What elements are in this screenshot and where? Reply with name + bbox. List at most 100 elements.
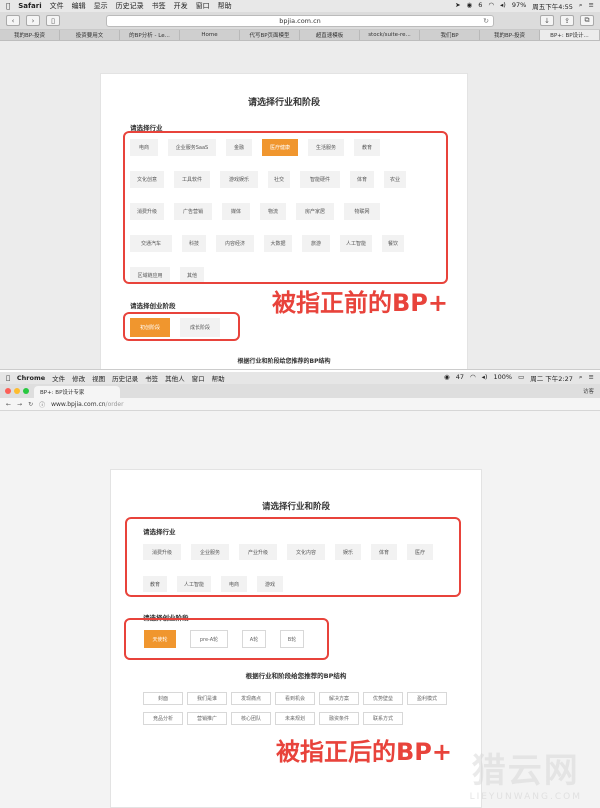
- forward-button[interactable]: ›: [26, 15, 40, 26]
- menu-item[interactable]: 其他人: [165, 373, 185, 383]
- bp-structure-item: 看到机会: [275, 692, 315, 705]
- stage-highlight-box: [124, 618, 329, 660]
- back-icon[interactable]: ←: [6, 401, 11, 408]
- list-icon[interactable]: ≡: [589, 373, 594, 383]
- bp-structure-item: 解决方案: [319, 692, 359, 705]
- tabs-overview-icon[interactable]: ⧉: [580, 15, 594, 26]
- volume-icon[interactable]: ◂): [482, 373, 488, 383]
- status-count: 47: [455, 373, 464, 381]
- wechat-icon[interactable]: ◉: [444, 373, 450, 383]
- bp-structure-item: 融资条件: [319, 712, 359, 725]
- bp-structure-item: 营销推广: [187, 712, 227, 725]
- bp-structure-item: 封面: [143, 692, 183, 705]
- tab[interactable]: 我的BP-投资: [0, 30, 60, 40]
- tab[interactable]: 超直速模板: [300, 30, 360, 40]
- battery-level: 97%: [511, 1, 527, 9]
- menu-item[interactable]: 窗口: [192, 373, 205, 383]
- address-bar[interactable]: bpjia.com.cn ↻: [106, 14, 494, 27]
- menu-item[interactable]: 修改: [72, 373, 85, 383]
- address-text: bpjia.com.cn: [279, 16, 321, 25]
- industry-highlight-box: [125, 517, 461, 597]
- bp-structure-item: 盈利模式: [407, 692, 447, 705]
- close-window-icon[interactable]: [5, 388, 11, 394]
- apple-icon[interactable]: : [6, 374, 10, 382]
- tab-bar: 我的BP-投资 投资要用文 的BP分析 - Le... Home 代写BP页面模…: [0, 30, 600, 41]
- volume-icon[interactable]: ◂): [500, 1, 506, 11]
- send-icon[interactable]: ➤: [455, 1, 460, 11]
- clock[interactable]: 周五下午4:55: [532, 1, 573, 11]
- wifi-icon[interactable]: ◠: [470, 373, 476, 383]
- download-icon[interactable]: ↓: [540, 15, 554, 26]
- minimize-window-icon[interactable]: [14, 388, 20, 394]
- menu-item[interactable]: 显示: [94, 1, 108, 11]
- annotation-before: 被指正前的BP+: [272, 289, 448, 317]
- menu-item[interactable]: 历史记录: [116, 1, 144, 11]
- forward-icon[interactable]: →: [17, 401, 22, 408]
- bp-structure-item: 联系方式: [363, 712, 403, 725]
- bp-structure-item: 发现痛点: [231, 692, 271, 705]
- reload-icon[interactable]: ↻: [483, 17, 489, 25]
- bp-structure-item: 优势壁垒: [363, 692, 403, 705]
- info-icon: ⓘ: [39, 401, 46, 409]
- menu-item[interactable]: 书签: [152, 1, 166, 11]
- card-title: 请选择行业和阶段: [247, 98, 320, 108]
- safari-toolbar: ‹ › ▯ bpjia.com.cn ↻ ↓ ⇪ ⧉: [0, 12, 600, 30]
- sidebar-icon[interactable]: ▯: [46, 15, 60, 26]
- tab[interactable]: 我的BP-投资: [480, 30, 540, 40]
- tab-title: BP+: BP设计专家: [40, 390, 85, 396]
- menu-item[interactable]: 文件: [52, 373, 65, 383]
- tab[interactable]: Home: [180, 30, 240, 40]
- search-icon[interactable]: ⌕: [579, 373, 583, 383]
- url-path: /order: [105, 400, 124, 408]
- industry-highlight-box: [123, 131, 448, 284]
- site-watermark: 猎云网 LIEYUNWANG.COM: [470, 743, 582, 802]
- battery-level: 100%: [493, 373, 513, 381]
- url-host: www.bpjia.com.cn: [51, 400, 106, 408]
- menu-item[interactable]: Chrome: [17, 374, 45, 382]
- list-icon[interactable]: ≡: [589, 1, 594, 11]
- wechat-icon[interactable]: ◉: [467, 1, 473, 11]
- bp-structure-item: 竞品分析: [143, 712, 183, 725]
- card-title: 请选择行业和阶段: [261, 502, 330, 512]
- menu-item[interactable]: 窗口: [196, 1, 210, 11]
- tab[interactable]: 我们BP: [420, 30, 480, 40]
- menu-item[interactable]: 视图: [92, 373, 105, 383]
- menu-item[interactable]: 历史记录: [112, 373, 138, 383]
- battery-icon[interactable]: ▭: [518, 373, 524, 383]
- tab[interactable]: 投资要用文: [60, 30, 120, 40]
- watermark-url: LIEYUNWANG.COM: [469, 792, 582, 802]
- chrome-tab[interactable]: BP+: BP设计专家: [34, 386, 120, 398]
- before-screenshot:  Safari 文件 编辑 显示 历史记录 书签 开发 窗口 帮助 ➤ ◉ 6…: [0, 0, 600, 370]
- back-button[interactable]: ‹: [6, 15, 20, 26]
- menu-item[interactable]: 书签: [145, 373, 158, 383]
- menu-item[interactable]: 帮助: [212, 373, 225, 383]
- share-icon[interactable]: ⇪: [560, 15, 574, 26]
- tab[interactable]: 的BP分析 - Le...: [120, 30, 180, 40]
- annotation-after: 被指正后的BP+: [276, 738, 452, 766]
- bp-structure-item: 我们是谁: [187, 692, 227, 705]
- menu-item[interactable]: 编辑: [72, 1, 86, 11]
- zoom-window-icon[interactable]: [23, 388, 29, 394]
- tab[interactable]: 代写BP页面模型: [240, 30, 300, 40]
- tab[interactable]: stock/suite-re...: [360, 30, 420, 40]
- bp-structure-item: 核心团队: [231, 712, 271, 725]
- menu-item[interactable]: 文件: [50, 1, 64, 11]
- menu-item[interactable]: 开发: [174, 1, 188, 11]
- apple-icon[interactable]: : [6, 2, 10, 10]
- search-icon[interactable]: ⌕: [579, 1, 583, 11]
- wifi-icon[interactable]: ◠: [488, 1, 494, 11]
- stage-label: 请选择创业阶段: [130, 302, 176, 310]
- bp-structure-item: 未来规划: [275, 712, 315, 725]
- clock[interactable]: 周二 下午2:27: [530, 373, 573, 383]
- mac-menubar:  Chrome 文件 修改 视图 历史记录 书签 其他人 窗口 帮助 ◉ 47…: [0, 372, 600, 384]
- guest-user[interactable]: 访客: [583, 387, 594, 395]
- chrome-address-row: ← → ↻ ⓘ www.bpjia.com.cn/order: [0, 398, 600, 411]
- reload-icon[interactable]: ↻: [28, 401, 33, 408]
- bp-structure-title: 根据行业和阶段给您推荐的BP结构: [245, 672, 347, 680]
- tab-active[interactable]: BP+: BP设计...: [540, 30, 600, 40]
- menu-item[interactable]: 帮助: [218, 1, 232, 11]
- chrome-tab-row: BP+: BP设计专家 访客: [0, 384, 600, 398]
- menu-item[interactable]: Safari: [18, 2, 41, 10]
- bp-structure-title: 根据行业和阶段给您推荐的BP结构: [237, 358, 331, 365]
- address-bar[interactable]: www.bpjia.com.cn/order: [51, 401, 123, 408]
